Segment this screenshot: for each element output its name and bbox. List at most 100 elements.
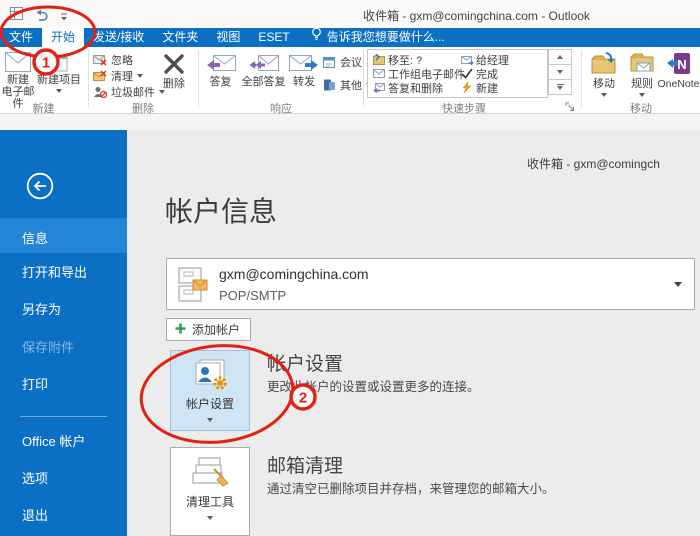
ribbon: 新建 电子邮件 新建项目 忽略 清理 垃圾邮件 删除	[0, 47, 700, 114]
meeting-button[interactable]: 会议	[323, 55, 362, 69]
gallery-scroll-up-button[interactable]	[548, 49, 572, 65]
cleanup-tools-button-label: 清理工具	[171, 493, 249, 510]
move-button[interactable]: 移动	[585, 49, 623, 97]
cleanup-icon	[93, 70, 107, 82]
move-folder-icon	[591, 52, 617, 76]
ignore-label: 忽略	[111, 52, 133, 68]
lightbulb-icon	[311, 27, 322, 48]
dropdown-caret-icon	[207, 418, 213, 422]
reply-all-label: 全部答复	[240, 76, 287, 88]
dropdown-caret-icon	[601, 93, 607, 97]
group-label-move: 移动	[582, 100, 700, 116]
sidebar-item-options[interactable]: 选项	[22, 471, 48, 487]
sidebar-item-info[interactable]: 信息	[0, 218, 127, 253]
tab-view[interactable]: 视图	[207, 28, 249, 47]
tab-home[interactable]: 开始	[42, 28, 84, 47]
account-settings-description: 更改此帐户的设置或设置更多的连接。	[267, 376, 480, 395]
sidebar-item-save-as[interactable]: 另存为	[22, 302, 61, 318]
reply-button[interactable]: 答复	[202, 49, 239, 88]
tab-send-receive[interactable]: 发送/接收	[84, 28, 153, 47]
quick-step-move-to[interactable]: 移至: ?	[373, 53, 422, 66]
dropdown-caret-icon	[137, 74, 143, 78]
cleanup-tools-button[interactable]: 清理工具	[170, 447, 250, 536]
backstage-sidebar: 信息 打开和导出 另存为 保存附件 打印 Office 帐户 选项 退出	[0, 130, 127, 536]
group-divider	[581, 50, 582, 107]
sidebar-item-print[interactable]: 打印	[22, 377, 48, 393]
delete-button[interactable]: 删除	[153, 49, 195, 90]
quick-step-done[interactable]: 完成	[461, 67, 498, 80]
account-email: gxm@comingchina.com	[219, 266, 369, 282]
reply-icon	[206, 52, 236, 74]
tell-me-box[interactable]: 告诉我您想要做什么...	[311, 28, 445, 47]
dropdown-caret-icon	[207, 516, 213, 520]
tab-folder[interactable]: 文件夹	[153, 28, 207, 47]
new-items-label: 新建项目	[36, 74, 82, 86]
sidebar-item-save-attachments: 保存附件	[22, 340, 74, 356]
sidebar-item-exit[interactable]: 退出	[22, 508, 48, 524]
account-settings-icon	[192, 359, 228, 391]
send-receive-icon[interactable]	[10, 7, 23, 25]
quick-steps-dialog-launcher-icon[interactable]	[565, 102, 575, 115]
quick-step-create-new[interactable]: 新建	[461, 81, 498, 94]
undo-icon[interactable]	[34, 8, 49, 26]
quick-step-label: 答复和删除	[388, 80, 443, 96]
tell-me-label: 告诉我您想要做什么...	[327, 28, 445, 47]
ignore-icon	[93, 54, 107, 66]
meeting-icon	[323, 56, 336, 68]
group-divider	[88, 50, 89, 107]
account-selector[interactable]: gxm@comingchina.com POP/SMTP	[166, 258, 695, 310]
quick-step-to-manager[interactable]: 给经理	[461, 53, 509, 66]
meeting-label: 会议	[340, 54, 362, 70]
account-settings-button-label: 帐户设置	[171, 395, 249, 412]
delete-label: 删除	[153, 78, 195, 90]
svg-text:N: N	[677, 57, 686, 72]
new-items-icon	[49, 52, 69, 72]
forward-label: 转发	[288, 76, 320, 88]
sidebar-item-open-export[interactable]: 打开和导出	[22, 265, 87, 281]
group-label-quick-steps: 快速步骤	[364, 100, 564, 116]
quick-steps-scrollbar	[548, 49, 572, 95]
group-label-respond: 响应	[199, 100, 363, 116]
reply-all-button[interactable]: 全部答复	[240, 49, 287, 88]
new-items-button[interactable]: 新建项目	[36, 49, 82, 93]
rules-label: 规则	[625, 78, 659, 90]
group-divider	[363, 50, 364, 107]
account-settings-button[interactable]: 帐户设置	[170, 350, 250, 431]
account-settings-heading: 帐户设置	[267, 349, 343, 376]
onenote-label: OneNote	[657, 78, 700, 90]
window-title: 收件箱 - gxm@comingchina.com - Outlook	[363, 7, 590, 24]
sidebar-divider	[20, 416, 107, 417]
tab-eset[interactable]: ESET	[249, 28, 298, 47]
forward-button[interactable]: 转发	[288, 49, 320, 88]
gallery-scroll-down-button[interactable]	[548, 64, 572, 80]
account-protocol: POP/SMTP	[219, 288, 286, 303]
sidebar-item-office-account[interactable]: Office 帐户	[22, 434, 85, 450]
rules-folder-icon	[630, 52, 654, 76]
add-account-button[interactable]: 添加帐户	[166, 318, 251, 341]
cleanup-button[interactable]: 清理	[93, 69, 143, 83]
folder-move-icon	[373, 54, 385, 65]
back-button[interactable]	[26, 172, 54, 200]
mailbox-cleanup-description: 通过清空已删除项目并存档，来管理您的邮箱大小。	[267, 478, 555, 497]
sidebar-item-label: 信息	[22, 228, 48, 247]
quick-step-team-email[interactable]: 工作组电子邮件	[373, 67, 465, 80]
reply-label: 答复	[202, 76, 239, 88]
title-bar: 收件箱 - gxm@comingchina.com - Outlook	[0, 0, 700, 28]
onenote-button[interactable]: N OneNote	[657, 49, 700, 90]
rules-button[interactable]: 规则	[625, 49, 659, 97]
backstage-view: 信息 打开和导出 另存为 保存附件 打印 Office 帐户 选项 退出 收件箱…	[0, 130, 700, 536]
quick-step-reply-delete[interactable]: 答复和删除	[373, 81, 443, 94]
forward-icon	[289, 52, 319, 74]
envelope-icon	[5, 52, 31, 72]
junk-icon	[93, 86, 107, 98]
more-respond-icon	[323, 79, 336, 91]
gallery-more-button[interactable]	[548, 79, 572, 95]
dropdown-caret-icon	[56, 89, 62, 93]
combo-dropdown-icon[interactable]	[674, 282, 682, 287]
ribbon-tab-bar: 文件 开始 发送/接收 文件夹 视图 ESET 告诉我您想要做什么...	[0, 28, 700, 47]
group-label-delete: 删除	[88, 100, 198, 116]
customize-toolbar-icon[interactable]	[60, 9, 68, 27]
ignore-button[interactable]: 忽略	[93, 53, 133, 67]
tab-file[interactable]: 文件	[0, 28, 42, 47]
more-respond-button[interactable]: 其他	[323, 78, 372, 92]
